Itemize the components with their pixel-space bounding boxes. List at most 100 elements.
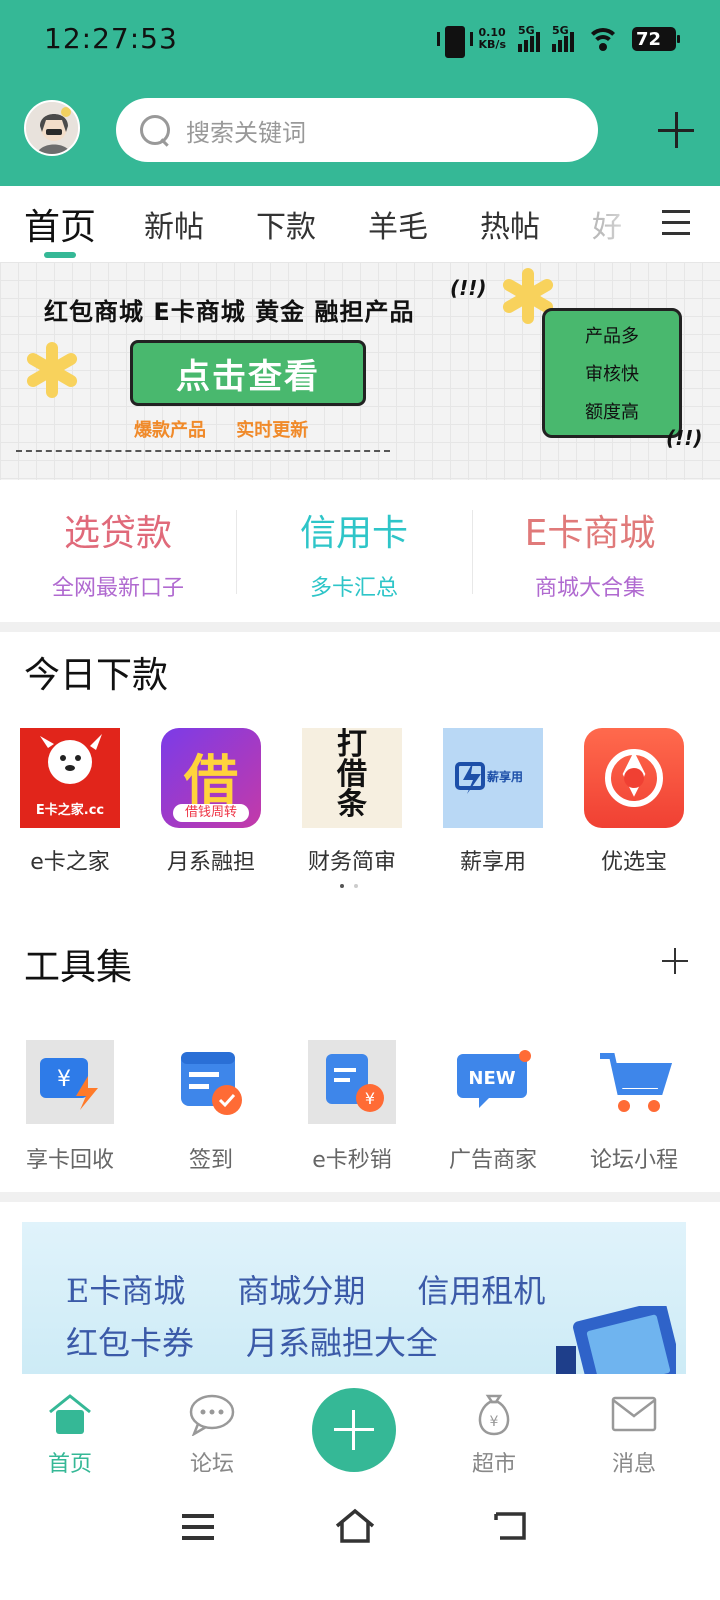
menu-icon[interactable] — [662, 210, 690, 236]
tab-deals[interactable]: 羊毛 — [368, 202, 428, 246]
nav-home[interactable]: 首页 — [20, 1392, 120, 1478]
create-post-button[interactable] — [312, 1388, 396, 1472]
tab-home[interactable]: 首页 — [24, 198, 96, 250]
tab-approvals[interactable]: 下款 — [256, 202, 316, 246]
svg-text:NEW: NEW — [468, 1068, 515, 1089]
avatar-image — [26, 102, 78, 154]
quick-link-title: 信用卡 — [299, 513, 408, 554]
recent-apps-icon[interactable] — [182, 1512, 214, 1542]
nav-messages[interactable]: 消息 — [584, 1392, 684, 1478]
battery-icon: 72 — [632, 27, 680, 51]
page-indicator — [340, 884, 358, 888]
app-item[interactable]: 优选宝 — [564, 728, 704, 876]
section-gap — [0, 1192, 720, 1202]
quick-link-ecard-mall[interactable]: E卡商城 商城大合集 — [472, 504, 708, 602]
app-borrow-icon: 借 借钱周转 — [161, 728, 261, 828]
app-label: 月系融担 — [166, 850, 255, 875]
add-icon[interactable] — [656, 110, 696, 150]
search-placeholder: 搜索关键词 — [186, 118, 306, 147]
app-xinxiangyong-icon: 薪享用 — [443, 728, 543, 828]
banner-title: 红包商城 E卡商城 黄金 融担产品 — [44, 298, 415, 326]
cart-icon — [590, 1040, 678, 1124]
app-icon-subtext: 借钱周转 — [173, 804, 249, 822]
tool-label: 享卡回收 — [25, 1148, 114, 1173]
tab-bar: 首页 新帖 下款 羊毛 热帖 好 — [0, 186, 720, 260]
tab-hot-posts[interactable]: 热帖 — [480, 202, 540, 246]
back-icon[interactable] — [494, 1510, 528, 1542]
quick-link-loans[interactable]: 选贷款 全网最新口子 — [0, 504, 236, 602]
tool-label: e卡秒销 — [312, 1148, 392, 1173]
promo-banner[interactable]: 红包商城 E卡商城 黄金 融担产品 点击查看 爆款产品 实时更新 产品多 审核快… — [0, 262, 720, 480]
nav-forum[interactable]: 论坛 — [162, 1392, 262, 1478]
banner-view-button[interactable]: 点击查看 — [130, 340, 366, 406]
new-badge-icon: NEW — [449, 1040, 537, 1124]
nav-label: 论坛 — [189, 1452, 234, 1477]
quick-links: 选贷款 全网最新口子 信用卡 多卡汇总 E卡商城 商城大合集 — [0, 482, 720, 622]
money-bag-icon: ¥ — [470, 1392, 518, 1436]
app-label: 优选宝 — [600, 850, 667, 875]
quick-link-credit-card[interactable]: 信用卡 多卡汇总 — [236, 504, 472, 602]
quick-link-subtitle: 商城大合集 — [534, 576, 645, 601]
add-tool-icon[interactable] — [662, 948, 688, 974]
tool-label: 广告商家 — [448, 1148, 537, 1173]
status-time: 12:27:53 — [44, 22, 178, 55]
app-icon-text: 薪享用 — [487, 770, 524, 784]
search-input[interactable]: 搜索关键词 — [116, 98, 598, 162]
tool-item[interactable]: ¥ 享卡回收 — [0, 1040, 140, 1174]
tab-new-posts[interactable]: 新帖 — [144, 202, 204, 246]
mail-icon — [610, 1392, 658, 1436]
quick-link-subtitle: 多卡汇总 — [309, 576, 398, 601]
home-nav-icon[interactable] — [334, 1508, 376, 1544]
ecard-sell-icon: ¥ — [308, 1040, 396, 1124]
app-label: e卡之家 — [30, 850, 110, 875]
app-ecard-home-icon: E卡之家.cc — [20, 728, 120, 828]
promo-card[interactable]: E卡商城 商城分期 信用租机 红包卡券 月系融担大全 — [22, 1222, 686, 1374]
app-label: 薪享用 — [459, 850, 526, 875]
app-item[interactable]: 薪享用 薪享用 — [423, 728, 563, 876]
tab-active-indicator — [44, 252, 76, 258]
nav-label: 超市 — [471, 1452, 516, 1477]
search-icon — [138, 113, 172, 147]
tool-item[interactable]: 论坛小程 — [564, 1040, 704, 1174]
promo-link-guarantee[interactable]: 月系融担大全 — [246, 1318, 438, 1364]
card-recycle-icon: ¥ — [26, 1040, 114, 1124]
system-nav-bar — [0, 1492, 720, 1600]
section-gap — [0, 622, 720, 632]
sim1-label: 5G — [518, 24, 535, 37]
chat-icon — [188, 1392, 236, 1437]
avatar[interactable] — [24, 100, 80, 156]
net-speed: 0.10 KB/s — [479, 27, 506, 51]
nav-market[interactable]: ¥ 超市 — [444, 1392, 544, 1478]
svg-text:¥: ¥ — [490, 1414, 499, 1430]
banner-feature-card: 产品多 审核快 额度高 — [542, 308, 682, 438]
status-icons: 0.10 KB/s 5G 5G 72 — [436, 24, 680, 58]
signal-icon: 5G — [518, 24, 540, 52]
banner-card-line: 产品多 — [585, 326, 639, 347]
promo-link-installment[interactable]: 商城分期 — [237, 1266, 365, 1312]
promo-link-coupons[interactable]: 红包卡券 — [66, 1318, 194, 1364]
tool-label: 签到 — [188, 1148, 233, 1173]
tool-item[interactable]: NEW 广告商家 — [423, 1040, 563, 1174]
calendar-check-icon — [167, 1040, 255, 1124]
tool-item[interactable]: ¥ e卡秒销 — [282, 1040, 422, 1174]
bottom-nav: 首页 论坛 ¥ 超市 消息 — [0, 1374, 720, 1492]
app-item[interactable]: E卡之家.cc e卡之家 — [0, 728, 140, 876]
banner-divider — [16, 450, 390, 452]
tool-item[interactable]: 签到 — [141, 1040, 281, 1174]
quick-link-title: 选贷款 — [63, 513, 172, 554]
sim2-label: 5G — [552, 24, 569, 37]
svg-text:¥: ¥ — [365, 1089, 375, 1108]
home-icon — [46, 1392, 94, 1436]
promo-link-rental[interactable]: 信用租机 — [417, 1266, 545, 1312]
app-item[interactable]: 借 借钱周转 月系融担 — [141, 728, 281, 876]
nav-label: 消息 — [611, 1452, 656, 1477]
status-bar: 12:27:53 0.10 KB/s 5G 5G 72 — [0, 0, 720, 80]
nav-label: 首页 — [47, 1452, 92, 1477]
banner-exclaim: (!!) — [450, 276, 487, 300]
vibrate-icon — [436, 24, 473, 58]
quick-link-title: E卡商城 — [524, 513, 656, 554]
banner-card-line: 审核快 — [585, 364, 639, 385]
app-youxuanbao-icon — [584, 728, 684, 828]
promo-link-ecard[interactable]: E卡商城 — [66, 1266, 185, 1312]
app-item[interactable]: 打借条 财务简审 — [282, 728, 422, 876]
